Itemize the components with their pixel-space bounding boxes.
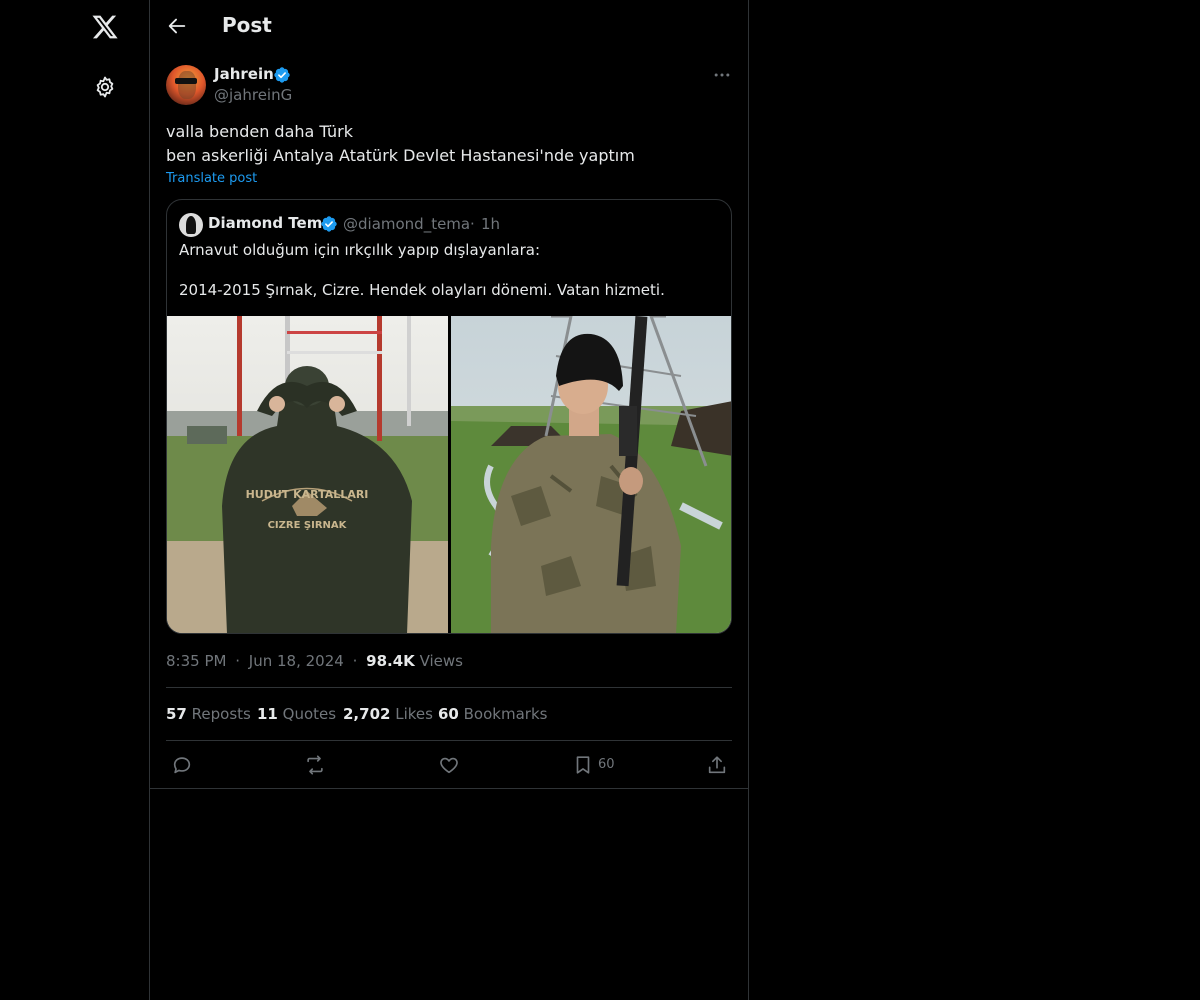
- post-actions: 60: [166, 752, 732, 780]
- avatar-face: [178, 71, 196, 99]
- repost-icon[interactable]: [304, 754, 326, 776]
- bookmark-icon[interactable]: [572, 754, 594, 776]
- hoodie-print-bottom: CIZRE ŞIRNAK: [268, 520, 348, 531]
- post-text: valla benden daha Türk ben askerliği Ant…: [166, 122, 635, 165]
- verified-badge-icon: [274, 67, 290, 83]
- avatar-glasses: [175, 78, 197, 84]
- quotes-label: Quotes: [277, 705, 337, 723]
- author-handle[interactable]: @jahreinG: [214, 86, 292, 104]
- quote-separator: ·: [470, 215, 475, 233]
- quote-avatar-glyph: [186, 216, 196, 234]
- main-column: Post Jahrein @jahreinG valla benden daha…: [149, 0, 749, 1000]
- share-icon[interactable]: [706, 754, 728, 776]
- back-arrow-icon[interactable]: [166, 15, 188, 37]
- reply-icon[interactable]: [171, 754, 193, 776]
- more-options-icon[interactable]: [712, 65, 732, 85]
- page-title: Post: [222, 13, 272, 37]
- quote-image-left[interactable]: HUDUT KARTALLARI CIZRE ŞIRNAK: [167, 316, 448, 633]
- bookmarks-count: 60: [438, 705, 459, 723]
- meta-separator-1: ·: [235, 652, 241, 670]
- post-bottom-border: [150, 788, 748, 789]
- quote-timestamp[interactable]: 1h: [481, 215, 500, 233]
- soldier-rifle-photo: [451, 316, 731, 633]
- quoted-post[interactable]: Diamond Tema @diamond_tema · 1h Arnavut …: [166, 199, 732, 634]
- quotes-stat[interactable]: 11 Quotes: [257, 705, 336, 723]
- x-logo-icon[interactable]: [91, 13, 119, 41]
- bookmarks-label: Bookmarks: [458, 705, 548, 723]
- post-date[interactable]: Jun 18, 2024: [249, 652, 344, 670]
- hoodie-print-top: HUDUT KARTALLARI: [246, 488, 369, 501]
- likes-label: Likes: [390, 705, 433, 723]
- left-nav: [0, 0, 150, 1000]
- views-label: Views: [414, 652, 463, 670]
- heart-icon[interactable]: [438, 754, 460, 776]
- post-meta: 8:35 PM · Jun 18, 2024 · 98.4K Views: [166, 652, 463, 670]
- bookmarks-stat[interactable]: 60 Bookmarks: [438, 705, 547, 723]
- quotes-count: 11: [257, 705, 278, 723]
- gear-icon[interactable]: [93, 75, 117, 99]
- reposts-count: 57: [166, 705, 187, 723]
- reposts-stat[interactable]: 57 Reposts: [166, 705, 251, 723]
- reposts-label: Reposts: [186, 705, 251, 723]
- avatar[interactable]: [166, 65, 206, 105]
- quote-image-right[interactable]: [451, 316, 731, 633]
- author-name[interactable]: Jahrein: [214, 65, 274, 83]
- divider-bottom: [166, 740, 732, 741]
- likes-stat[interactable]: 2,702 Likes: [343, 705, 433, 723]
- bookmark-action-count: 60: [598, 757, 615, 772]
- quote-avatar[interactable]: [179, 213, 203, 237]
- quote-text: Arnavut olduğum için ırkçılık yapıp dışl…: [179, 241, 665, 299]
- post-author: Jahrein @jahreinG: [166, 65, 732, 107]
- quote-verified-badge-icon: [321, 216, 337, 232]
- divider-top: [166, 687, 732, 688]
- post-time[interactable]: 8:35 PM: [166, 652, 226, 670]
- likes-count: 2,702: [343, 705, 391, 723]
- quote-author-handle[interactable]: @diamond_tema: [343, 215, 470, 233]
- translate-post-link[interactable]: Translate post: [166, 171, 257, 186]
- soldier-back-photo: HUDUT KARTALLARI CIZRE ŞIRNAK: [167, 316, 448, 633]
- quote-author-name[interactable]: Diamond Tema: [208, 214, 332, 232]
- meta-separator-2: ·: [352, 652, 358, 670]
- views-count: 98.4K: [366, 652, 415, 670]
- page-header: Post: [150, 0, 748, 54]
- quote-media: HUDUT KARTALLARI CIZRE ŞIRNAK: [167, 316, 731, 633]
